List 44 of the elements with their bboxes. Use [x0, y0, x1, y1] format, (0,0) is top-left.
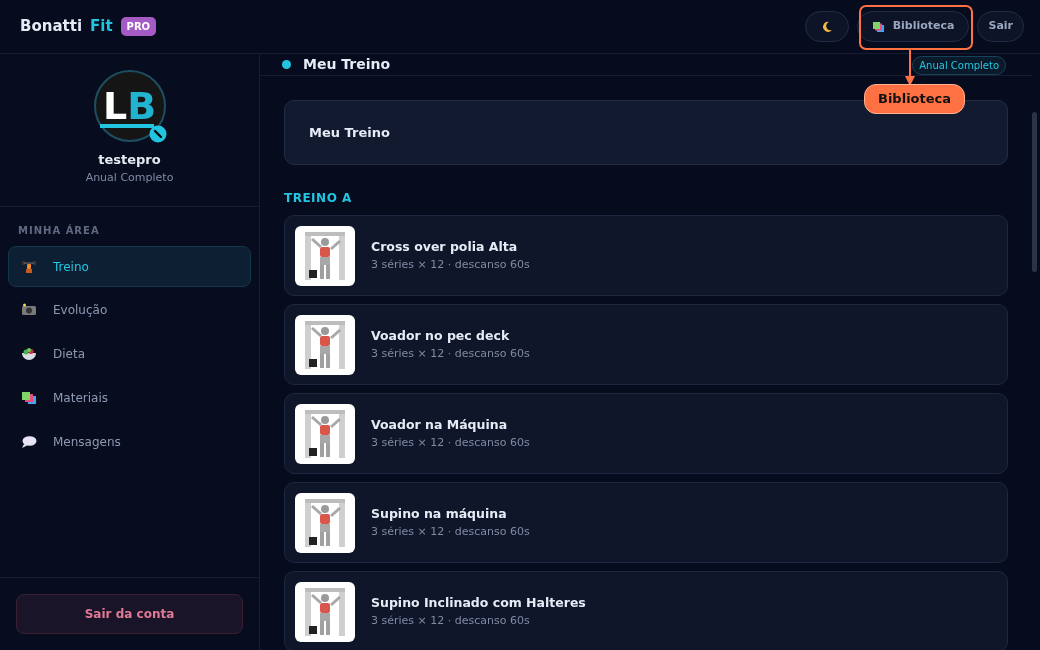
exercise-detail: 3 séries × 12 · descanso 60s	[371, 434, 530, 451]
section-label: MINHA ÁREA	[17, 223, 101, 238]
logout-button[interactable]: Sair	[977, 11, 1024, 42]
stacked-squares-icon	[871, 20, 885, 33]
plan-badge: Anual Completo	[912, 56, 1006, 75]
weightlifter-icon	[21, 259, 37, 274]
page-title: Meu Treino	[303, 55, 391, 74]
user-plan: Anual Completo	[85, 169, 174, 186]
exercise-card[interactable]: Supino Inclinado com Halteres 3 séries × 12 · descanso 60s	[284, 571, 1008, 650]
camera-icon	[21, 303, 37, 316]
exercise-card[interactable]: Cross over polia Alta 3 séries × 12 · descanso 60s	[284, 215, 1008, 296]
sidebar-item[interactable]: Dieta	[8, 333, 251, 374]
sidebar-item[interactable]: Mensagens	[8, 421, 251, 462]
brand-accent: Fit	[90, 16, 113, 38]
exercise-name: Voador na Máquina	[371, 415, 509, 434]
sidebar-item[interactable]: Materiais	[8, 377, 251, 418]
moon-icon	[820, 20, 833, 33]
exercise-card[interactable]: Voador no pec deck 3 séries × 12 · descanso 60s	[284, 304, 1008, 385]
exercise-card[interactable]: Supino na máquina 3 séries × 12 · descanso 60s	[284, 482, 1008, 563]
workout-title: Meu Treino	[309, 123, 390, 142]
stacked-squares-icon	[21, 390, 37, 405]
exercise-detail: 3 séries × 12 · descanso 60s	[371, 612, 531, 629]
sidebar-item[interactable]: Evolução	[8, 289, 251, 330]
brand-name: Bonatti	[20, 16, 83, 38]
logout-button[interactable]: Sair da conta	[16, 594, 243, 634]
sidebar-item[interactable]: Treino	[8, 246, 251, 287]
plan-badge: PRO	[120, 17, 157, 36]
exercise-name: Supino na máquina	[371, 504, 508, 523]
exercise-detail: 3 séries × 12 · descanso 60s	[371, 523, 530, 540]
exercise-name: Voador no pec deck	[371, 326, 511, 345]
exercise-name: Cross over polia Alta	[371, 237, 519, 256]
exercise-card[interactable]: Voador na Máquina 3 séries × 12 · descanso 60s	[284, 393, 1008, 474]
callout-label: Biblioteca	[864, 84, 966, 114]
exercise-detail: 3 séries × 12 · descanso 60s	[371, 345, 530, 362]
exercise-name: Supino Inclinado com Halteres	[371, 593, 586, 612]
user-name: testepro	[98, 151, 161, 169]
salad-bowl-icon	[21, 346, 37, 361]
exercise-detail: 3 séries × 12 · descanso 60s	[371, 256, 530, 273]
edit-icon	[148, 125, 167, 143]
theme-toggle-button[interactable]	[804, 11, 849, 42]
speech-bubble-icon	[21, 434, 37, 449]
status-dot	[282, 60, 291, 69]
avatar-logo: LB	[93, 70, 166, 142]
section-heading: TREINO A	[284, 190, 353, 207]
